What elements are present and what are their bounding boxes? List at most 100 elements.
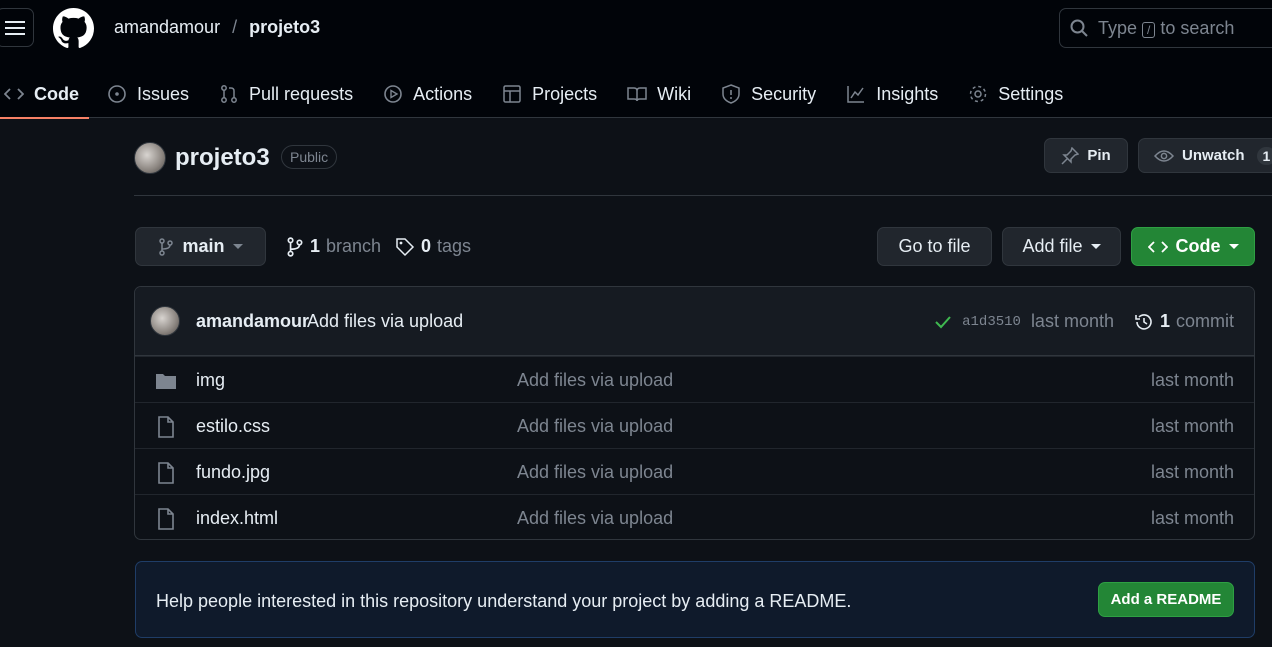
file-icon [158,462,174,484]
eye-icon [1154,149,1174,162]
code-button[interactable]: Code [1131,227,1255,266]
file-row[interactable]: img Add files via upload last month [135,356,1254,402]
owner-avatar[interactable] [134,142,166,174]
tags-link[interactable]: 0 tags [395,236,471,257]
file-time: last month [1150,416,1234,436]
commit-meta: a1d3510 last month 1 commit [934,311,1234,332]
add-file-label: Add file [1022,236,1083,256]
table-icon [503,85,521,103]
owner-link[interactable]: amandamour [114,17,220,38]
gear-icon [969,85,987,103]
tab-label: Insights [876,83,939,104]
file-name[interactable]: estilo.css [196,416,270,437]
file-commit-message[interactable]: Add files via upload [517,416,673,437]
tab-label: Issues [137,83,190,104]
go-to-file-label: Go to file [898,236,971,256]
readme-prompt: Help people interested in this repositor… [135,561,1255,638]
branch-count: 1 [310,236,321,256]
unwatch-button[interactable]: Unwatch 1 [1138,138,1272,173]
history-icon [1135,313,1152,330]
graph-icon [847,86,865,103]
go-to-file-button[interactable]: Go to file [877,227,992,266]
shield-icon [722,84,740,104]
code-icon [1147,240,1168,253]
commit-author[interactable]: amandamour [196,311,309,332]
add-file-button[interactable]: Add file [1002,227,1121,266]
tab-wiki[interactable]: Wiki [617,70,701,118]
pin-button[interactable]: Pin [1044,138,1128,173]
commit-sha[interactable]: a1d3510 [962,314,1021,330]
tab-label: Wiki [657,83,692,104]
file-name[interactable]: img [196,370,225,391]
branch-name: main [182,236,225,256]
tab-label: Security [751,83,817,104]
visibility-badge: Public [281,145,338,169]
add-readme-label: Add a README [1110,591,1222,608]
repo-header: projeto3 Public Pin Unwatch 1 [134,138,1272,196]
tag-count: 0 [421,236,432,256]
repo-title[interactable]: projeto3 [175,144,270,172]
tab-code[interactable]: Code [0,70,89,119]
search-shortcut-key: / [1142,21,1156,38]
file-commit-message[interactable]: Add files via upload [517,508,673,529]
commit-message[interactable]: Add files via upload [307,311,463,332]
pin-label: Pin [1087,147,1111,164]
commit-time: last month [1030,311,1114,331]
unwatch-label: Unwatch [1182,147,1245,164]
file-time: last month [1150,370,1234,390]
file-name[interactable]: index.html [196,508,278,529]
file-commit-message[interactable]: Add files via upload [517,370,673,391]
file-icon [158,508,174,530]
menu-button[interactable] [0,8,34,47]
branch-icon [159,237,174,256]
commit-author-avatar[interactable] [150,306,180,336]
chevron-down-icon [1090,244,1101,249]
file-row[interactable]: index.html Add files via upload last mon… [135,494,1254,539]
chevron-down-icon [1228,244,1239,249]
repo-link[interactable]: projeto3 [249,17,320,38]
add-readme-button[interactable]: Add a README [1098,582,1234,617]
branches-link[interactable]: 1 branch [286,236,381,257]
book-icon [627,87,647,102]
search-placeholder-prefix: Type [1098,17,1138,38]
tab-issues[interactable]: Issues [97,70,199,118]
hamburger-icon [5,20,25,35]
commits-link[interactable]: 1 commit [1134,311,1234,332]
tab-settings[interactable]: Settings [958,70,1073,118]
folder-icon [156,374,176,389]
pin-icon [1061,146,1080,165]
repo-nav: Code Issues Pull requests Actions Projec… [0,70,1073,119]
file-row[interactable]: fundo.jpg Add files via upload last mont… [135,448,1254,494]
tab-actions[interactable]: Actions [373,70,482,118]
file-time: last month [1150,462,1234,482]
file-row[interactable]: estilo.css Add files via upload last mon… [135,402,1254,448]
file-time: last month [1150,508,1234,528]
tab-label: Pull requests [249,83,354,104]
check-icon[interactable] [934,315,952,329]
search-input[interactable]: Type / to search [1059,8,1272,48]
tab-pull-requests[interactable]: Pull requests [209,70,363,118]
tab-security[interactable]: Security [711,70,826,118]
tab-label: Settings [998,83,1064,104]
latest-commit-row: amandamour Add files via upload a1d3510 … [135,287,1254,356]
breadcrumb-separator: / [232,17,238,37]
top-header: amandamour / projeto3 Type / to search C… [0,0,1272,119]
tab-label: Projects [532,83,598,104]
chevron-down-icon [232,244,243,249]
issue-icon [108,85,126,103]
tab-projects[interactable]: Projects [492,70,607,118]
branch-icon [287,236,303,257]
watch-counter: 1 [1256,146,1272,165]
tab-label: Actions [413,83,473,104]
file-commit-message[interactable]: Add files via upload [517,462,673,483]
branch-select-button[interactable]: main [135,227,266,266]
branch-count-label: branch [326,236,382,256]
file-name[interactable]: fundo.jpg [196,462,270,483]
play-icon [384,85,402,103]
tag-icon [396,237,415,256]
breadcrumb: amandamour / projeto3 [114,17,320,38]
file-browser: amandamour Add files via upload a1d3510 … [134,286,1255,540]
tab-insights[interactable]: Insights [836,70,948,118]
github-logo-icon[interactable] [53,8,94,49]
pull-request-icon [221,85,237,103]
